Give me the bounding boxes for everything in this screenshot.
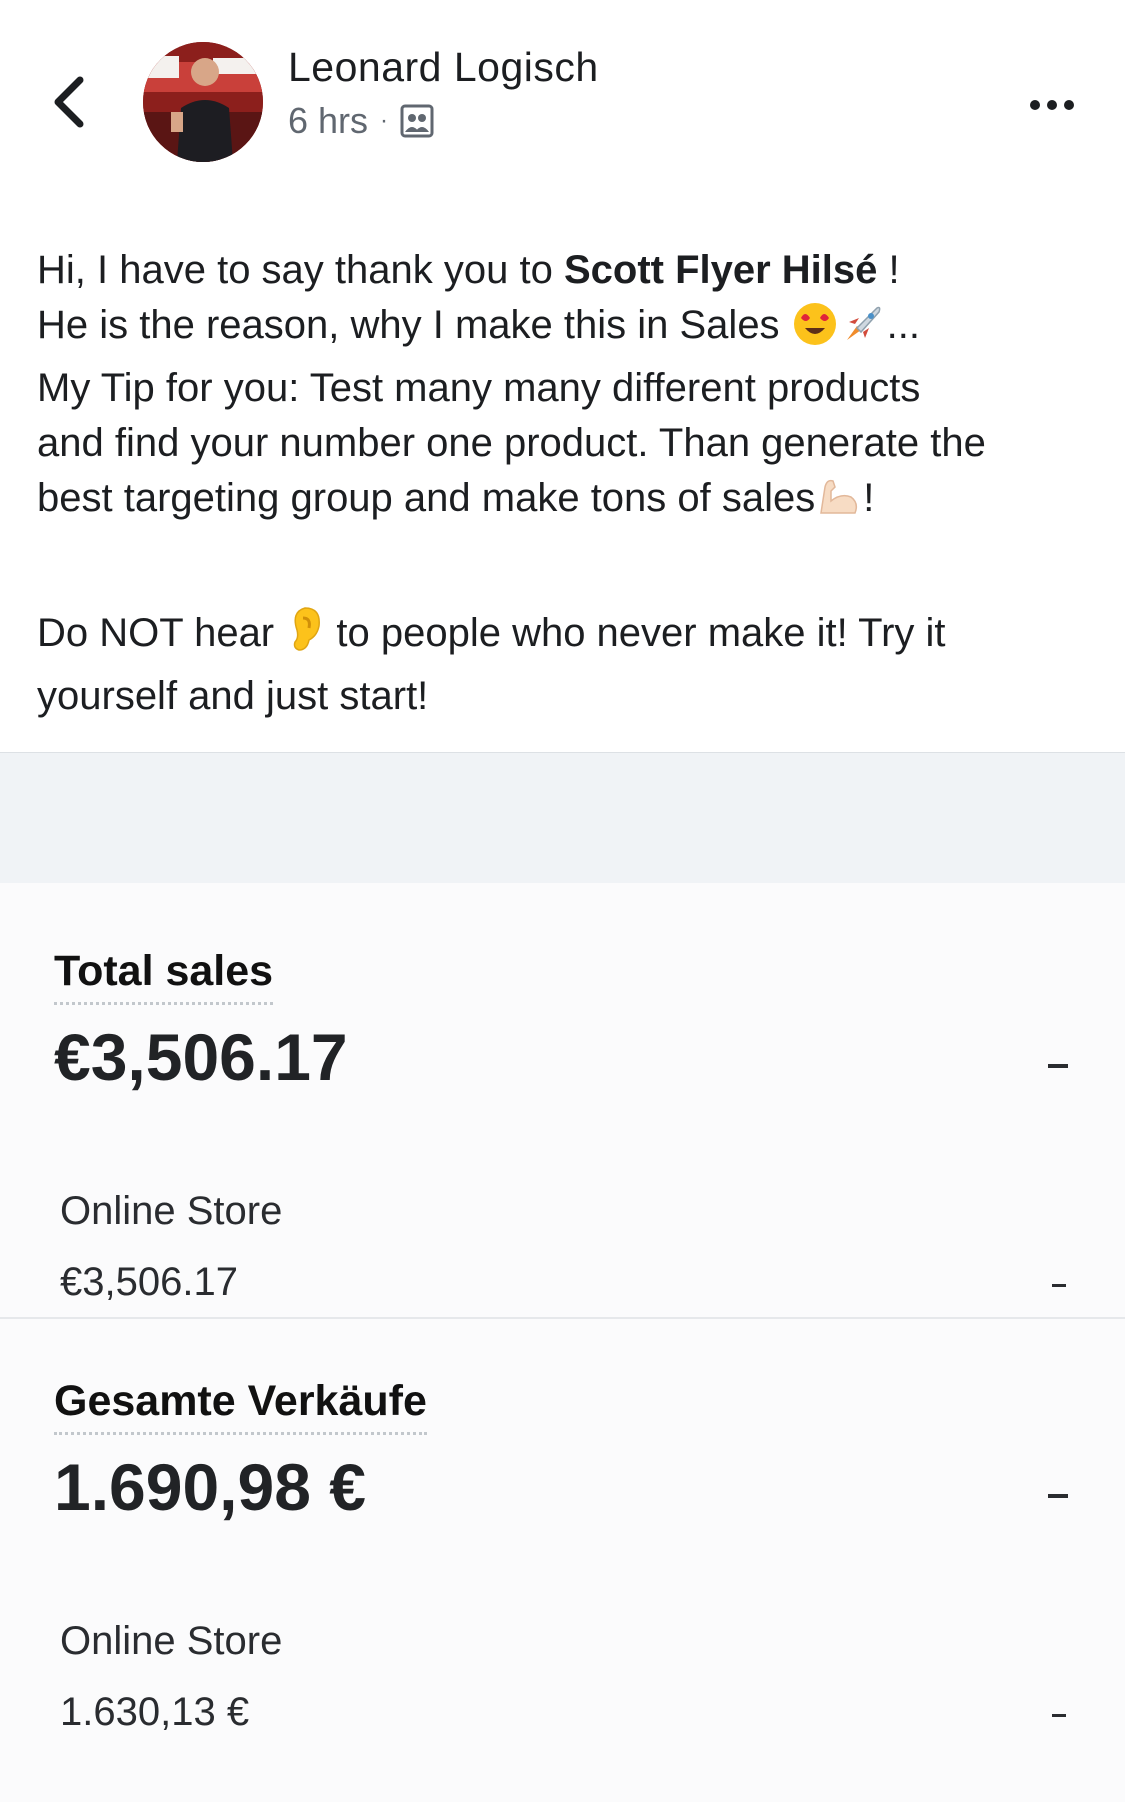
post-line: Do NOT hear to people who never make it!… xyxy=(37,604,1097,669)
friends-audience-icon[interactable] xyxy=(400,104,434,138)
meta-separator: · xyxy=(380,107,389,134)
row-value: 1.630,13 € xyxy=(60,1690,250,1734)
trend-indicator xyxy=(1048,1494,1068,1498)
text-segment: Do NOT hear xyxy=(37,611,286,655)
row-value: €3,506.17 xyxy=(60,1260,238,1304)
post-line: Hi, I have to say thank you to Scott Fly… xyxy=(37,243,1097,298)
flexed-biceps-emoji xyxy=(815,473,863,534)
divider xyxy=(0,1317,1125,1319)
trend-indicator xyxy=(1048,1064,1068,1068)
ear-emoji xyxy=(285,604,325,669)
card-value: 1.690,98 € xyxy=(54,1450,366,1524)
post-header: Leonard Logisch 6 hrs · xyxy=(0,0,1125,200)
more-horizontal-icon[interactable] xyxy=(1025,90,1085,120)
post-line: My Tip for you: Test many many different… xyxy=(37,366,921,410)
post-line: yourself and just start! xyxy=(37,674,429,718)
sales-screenshot: Total sales €3,506.17 Online Store €3,50… xyxy=(0,883,1125,1802)
text-segment: Hi, I have to say thank you to xyxy=(37,248,564,292)
author-name[interactable]: Leonard Logisch xyxy=(288,44,599,91)
post-line: and find your number one product. Than g… xyxy=(37,421,986,465)
mention-link[interactable]: Scott Flyer Hilsé xyxy=(564,248,877,292)
text-segment: He is the reason, why I make this in Sal… xyxy=(37,303,791,347)
rocket-emoji xyxy=(839,300,887,361)
text-segment: best targeting group and make tons of sa… xyxy=(37,476,816,520)
screenshot-top-banner xyxy=(0,752,1125,884)
card-title: Total sales xyxy=(54,947,274,1005)
text-segment: ... xyxy=(886,303,921,347)
row-label: Online Store xyxy=(60,1189,283,1233)
text-segment: ! xyxy=(877,248,900,292)
post-line: best targeting group and make tons of sa… xyxy=(37,471,1097,534)
avatar[interactable] xyxy=(143,42,263,162)
text-segment: to people who never make it! Try it xyxy=(325,611,946,655)
post-text: Hi, I have to say thank you to Scott Fly… xyxy=(37,243,1097,724)
heart-eyes-emoji xyxy=(791,300,839,361)
post-meta: 6 hrs · xyxy=(288,100,434,142)
chevron-left-icon[interactable] xyxy=(46,72,96,132)
card-title: Gesamte Verkäufe xyxy=(54,1377,427,1435)
text-segment: ! xyxy=(863,476,875,520)
post-line: He is the reason, why I make this in Sal… xyxy=(37,298,1097,361)
row-label: Online Store xyxy=(60,1619,283,1663)
post-time[interactable]: 6 hrs xyxy=(288,100,368,142)
trend-indicator xyxy=(1052,1284,1066,1287)
trend-indicator xyxy=(1052,1714,1066,1717)
card-value: €3,506.17 xyxy=(54,1020,348,1094)
